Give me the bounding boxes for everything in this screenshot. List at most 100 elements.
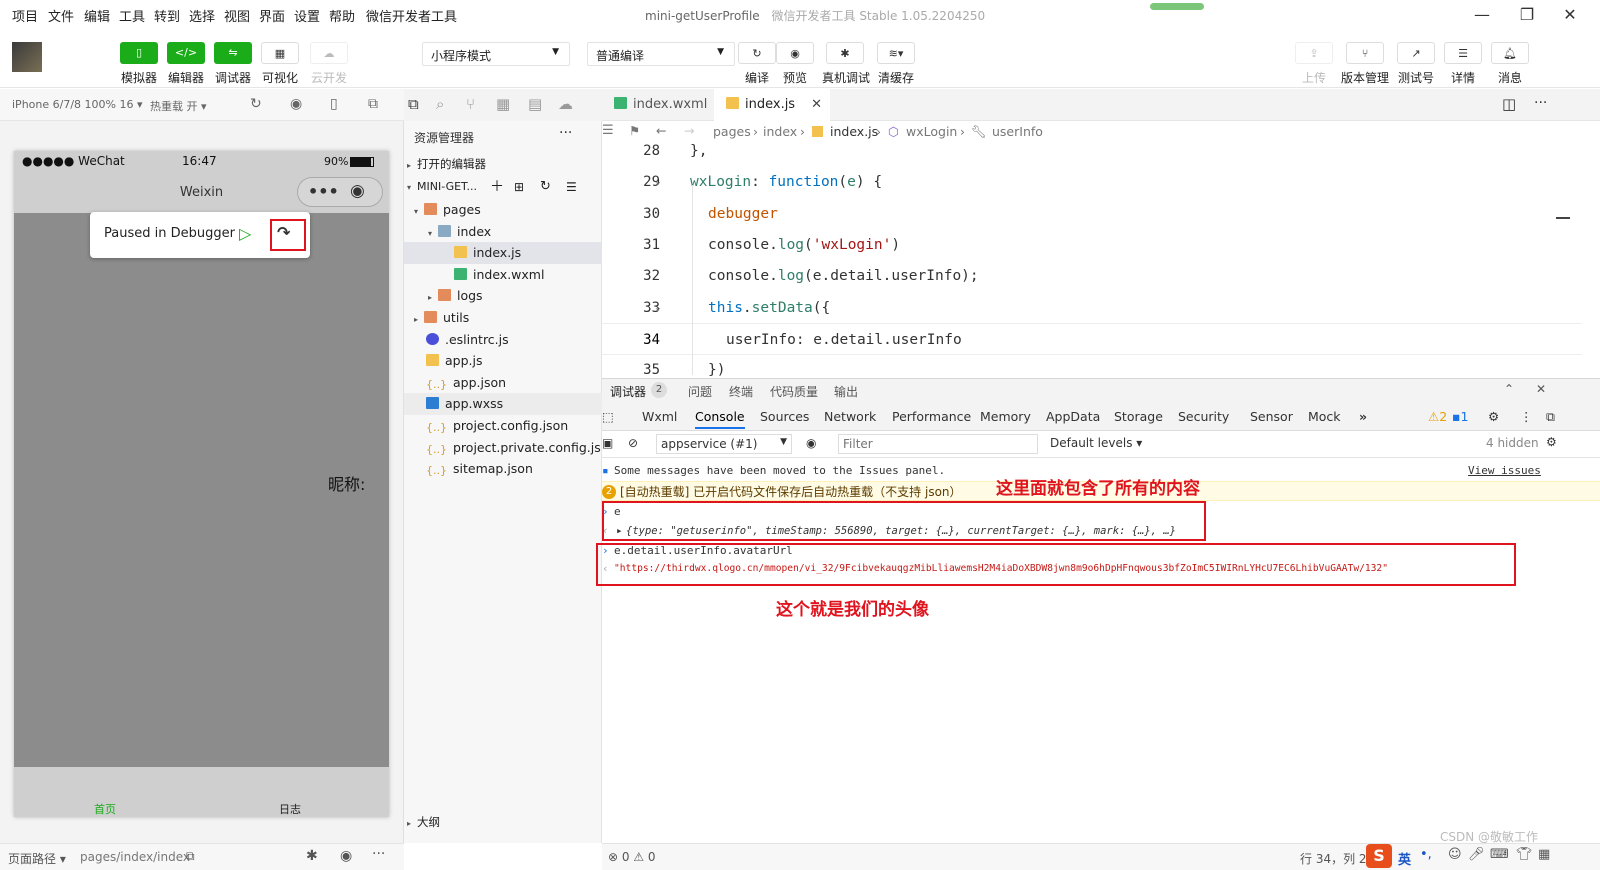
popout-icon[interactable]: ⧉ — [368, 96, 378, 112]
tab-logs[interactable]: 日志 — [279, 801, 301, 817]
tab-sensor[interactable]: Sensor — [1250, 409, 1293, 424]
editor-toggle-label[interactable]: 编辑器 — [161, 69, 211, 86]
code-line[interactable]: 28}, — [602, 135, 1582, 167]
tab-output[interactable]: 输出 — [834, 383, 858, 400]
new-folder-icon[interactable]: ⊞ — [514, 176, 524, 198]
gear-icon[interactable]: ⚙ — [1546, 435, 1557, 449]
tab-network[interactable]: Network — [824, 409, 876, 424]
close-miniprogram-icon[interactable]: ◉ — [350, 181, 365, 201]
capsule-menu[interactable]: ••• ◉ — [297, 177, 383, 207]
more-icon[interactable]: ··· — [559, 125, 572, 141]
more-tabs-icon[interactable]: » — [1359, 409, 1367, 424]
maximize-icon[interactable]: ❐ — [1515, 4, 1539, 26]
cloud-dev-label[interactable]: 云开发 — [304, 69, 354, 86]
upload-button[interactable]: 上传 — [1289, 69, 1339, 86]
eye-icon[interactable]: ◉ — [806, 436, 816, 450]
file-tree-item[interactable]: {..} sitemap.json — [404, 458, 602, 480]
view-issues-link[interactable]: View issues — [1468, 461, 1541, 481]
menu-project[interactable]: 项目 — [12, 6, 38, 25]
chevron-down-icon[interactable]: ▾ — [414, 201, 424, 221]
tab-mock[interactable]: Mock — [1308, 409, 1341, 424]
branch-icon[interactable]: ⑂ — [1346, 42, 1384, 64]
file-tree-item[interactable]: {..} app.json — [404, 372, 602, 394]
tab-memory[interactable]: Memory — [980, 409, 1031, 424]
fold-chevron-icon[interactable]: ⌄ — [655, 292, 661, 324]
copy-icon[interactable]: ⧉ — [186, 849, 195, 864]
minimize-icon[interactable]: — — [1470, 4, 1494, 26]
emoji-icon[interactable]: ☺ — [1448, 847, 1462, 862]
source-control-icon[interactable]: ⑂ — [466, 95, 475, 113]
upload-icon[interactable]: ⇪ — [1295, 42, 1333, 64]
files-icon[interactable]: ⧉ — [408, 95, 419, 113]
keyboard-icon[interactable]: ⌨ — [1490, 847, 1509, 862]
split-editor-icon[interactable]: ◫ — [1502, 95, 1516, 113]
hot-reload-toggle[interactable]: 热重载 开 ▾ — [150, 98, 207, 114]
context-select[interactable]: appservice (#1) ▼ — [656, 434, 792, 454]
fold-chevron-icon[interactable]: ⌄ — [655, 166, 661, 198]
mode-select[interactable]: 小程序模式 ▼ — [422, 42, 570, 66]
resume-icon[interactable]: ▷ — [239, 224, 251, 243]
menu-icon[interactable]: ☰ — [1444, 42, 1482, 64]
details-button[interactable]: 详情 — [1438, 69, 1488, 86]
bug-icon[interactable]: ✱ — [306, 848, 318, 864]
record-icon[interactable]: ◉ — [290, 96, 302, 112]
chevron-up-icon[interactable]: ⌃ — [1504, 382, 1514, 396]
file-tree-item[interactable]: ▸ logs — [404, 285, 602, 307]
gear-icon[interactable]: ⚙ — [1488, 409, 1499, 424]
debug-icon[interactable]: ⇋ — [214, 42, 252, 64]
mic-icon[interactable]: 🎤︎ — [1468, 847, 1485, 862]
code-line[interactable]: 34 userInfo: e.detail.userInfo — [602, 322, 1582, 355]
chevron-right-icon[interactable]: ▸ — [414, 309, 424, 329]
test-account-button[interactable]: 测试号 — [1391, 69, 1441, 86]
external-link-icon[interactable]: ↗ — [1397, 42, 1435, 64]
menu-file[interactable]: 文件 — [48, 6, 74, 25]
avatar[interactable] — [12, 42, 42, 72]
menu-tools[interactable]: 工具 — [119, 6, 145, 25]
code-line[interactable]: 31 console.log('wxLogin') — [602, 229, 1582, 261]
cloud-icon[interactable]: ☁ — [310, 42, 348, 64]
ime-punct-icon[interactable]: •, — [1420, 847, 1432, 862]
console-filter-input[interactable] — [838, 434, 1038, 454]
tab-code-quality[interactable]: 代码质量 — [770, 383, 818, 400]
file-tree-item[interactable]: ▾ pages — [404, 199, 602, 221]
tab-performance[interactable]: Performance — [892, 409, 971, 424]
eye-icon[interactable]: ◉ — [340, 848, 352, 864]
bell-icon[interactable]: 🔔︎ — [1491, 42, 1529, 64]
code-line[interactable]: 33 this.setData({⌄ — [602, 292, 1582, 324]
tab-index-wxml[interactable]: index.wxml — [602, 89, 714, 121]
clear-cache-button[interactable]: 清缓存 — [871, 69, 921, 86]
refresh-icon[interactable]: ↻ — [540, 176, 551, 198]
debugger-toggle-label[interactable]: 调试器 — [208, 69, 258, 86]
close-tab-icon[interactable]: ✕ — [811, 89, 822, 121]
tab-sources[interactable]: Sources — [760, 409, 809, 424]
code-line[interactable]: 29 wxLogin: function(e) {⌄ — [602, 166, 1582, 198]
real-device-debug-button[interactable]: 真机调试 — [820, 69, 872, 86]
file-tree-item[interactable]: app.wxss — [404, 393, 602, 416]
layout-icon[interactable]: ▤ — [528, 95, 542, 113]
user-icon[interactable]: 👕︎ — [1516, 847, 1533, 862]
ime-language[interactable]: 英 — [1398, 849, 1411, 868]
menu-select[interactable]: 选择 — [189, 6, 215, 25]
search-icon[interactable]: ⌕ — [436, 95, 444, 113]
cursor-position[interactable]: 行 34，列 21 — [1300, 850, 1374, 867]
clear-console-icon[interactable]: ⊘ — [628, 436, 638, 450]
file-tree-item[interactable]: {..} project.private.config.js... — [404, 437, 602, 459]
warning-count[interactable]: ⚠2 — [1428, 409, 1447, 424]
preview-button[interactable]: 预览 — [770, 69, 820, 86]
dock-icon[interactable]: ⧉ — [1546, 409, 1555, 425]
rotate-icon[interactable]: ↻ — [250, 96, 262, 112]
eye-icon[interactable]: ◉ — [776, 42, 814, 64]
simulator-toggle-label[interactable]: 模拟器 — [114, 69, 164, 86]
phone-icon[interactable]: ▯ — [120, 42, 158, 64]
menu-help[interactable]: 帮助 — [329, 6, 355, 25]
code-line[interactable]: 32 console.log(e.detail.userInfo); — [602, 260, 1582, 292]
messages-button[interactable]: 消息 — [1485, 69, 1535, 86]
chevron-down-icon[interactable]: ▾ — [428, 223, 438, 243]
more-icon[interactable]: ••• — [308, 182, 339, 201]
menu-edit[interactable]: 编辑 — [84, 6, 110, 25]
menu-goto[interactable]: 转到 — [154, 6, 180, 25]
file-tree-item[interactable]: .eslintrc.js — [404, 329, 602, 351]
tab-problems[interactable]: 问题 — [688, 383, 712, 400]
bug-icon[interactable]: ✱ — [826, 42, 864, 64]
error-count[interactable]: ⊗ 0 ⚠ 0 — [608, 850, 656, 864]
